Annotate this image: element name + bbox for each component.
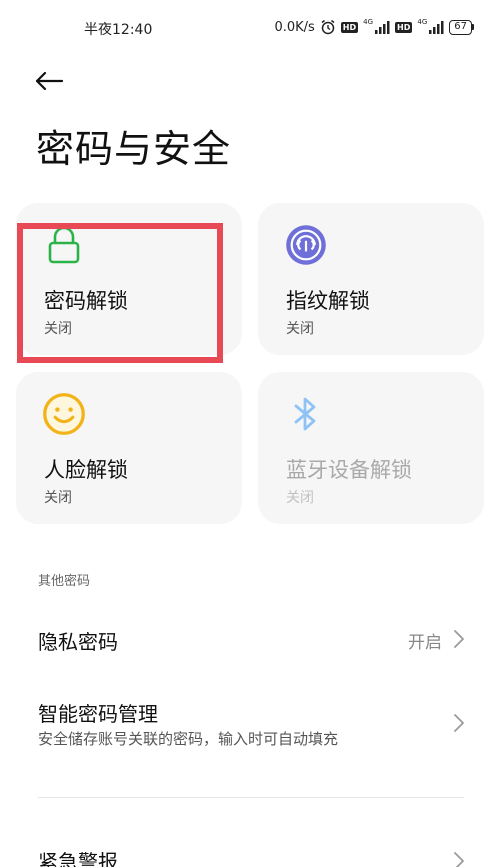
smart-password-manager-row[interactable]: 智能密码管理 安全储存账号关联的密码，输入时可自动填充	[0, 690, 500, 770]
battery-icon: 67	[449, 19, 474, 35]
row-subtitle: 安全储存账号关联的密码，输入时可自动填充	[38, 730, 339, 748]
hd-badge: HD	[340, 21, 359, 33]
section-label: 其他密码	[38, 574, 91, 589]
card-title: 蓝牙设备解锁	[286, 458, 412, 482]
card-status: 关闭	[286, 490, 314, 506]
row-title: 智能密码管理	[38, 702, 158, 726]
network-type-label: 4G	[363, 18, 374, 26]
chevron-right-icon	[454, 714, 464, 732]
card-status: 关闭	[286, 321, 314, 337]
highlight-annotation	[17, 223, 223, 363]
chevron-right-icon	[454, 630, 464, 648]
network-speed: 0.0K/s	[274, 19, 315, 35]
face-unlock-card[interactable]: 人脸解锁 关闭	[16, 372, 242, 524]
status-icons: 0.0K/s HD 4G HD 4G 67	[274, 18, 474, 35]
hd-badge: HD	[395, 21, 413, 33]
bluetooth-icon	[294, 397, 316, 431]
row-title: 隐私密码	[38, 630, 118, 654]
signal-icon	[375, 21, 390, 34]
status-time: 半夜12:40	[84, 22, 153, 38]
status-bar: 半夜12:40 0.0K/s HD 4G HD 4G 67	[0, 0, 500, 56]
signal-icon	[429, 21, 444, 34]
page-title: 密码与安全	[36, 127, 232, 171]
divider	[38, 797, 464, 798]
fingerprint-unlock-card[interactable]: 指纹解锁 关闭	[258, 203, 484, 355]
privacy-password-row[interactable]: 隐私密码 开启	[0, 612, 500, 672]
row-title: 紧急警报	[38, 850, 118, 867]
chevron-right-icon	[454, 852, 464, 867]
bluetooth-unlock-card[interactable]: 蓝牙设备解锁 关闭	[258, 372, 484, 524]
card-status: 关闭	[44, 490, 72, 506]
row-value: 开启	[408, 633, 442, 653]
alarm-icon	[321, 19, 335, 35]
network-type-label: 4G	[417, 18, 428, 26]
back-button[interactable]	[34, 64, 74, 98]
card-title: 指纹解锁	[286, 289, 370, 313]
fingerprint-icon	[286, 225, 326, 265]
back-arrow-icon	[35, 71, 64, 91]
battery-level: 67	[449, 19, 472, 35]
smiley-face-icon	[43, 393, 85, 435]
emergency-alert-row[interactable]: 紧急警报	[0, 836, 500, 867]
card-title: 人脸解锁	[44, 458, 128, 482]
